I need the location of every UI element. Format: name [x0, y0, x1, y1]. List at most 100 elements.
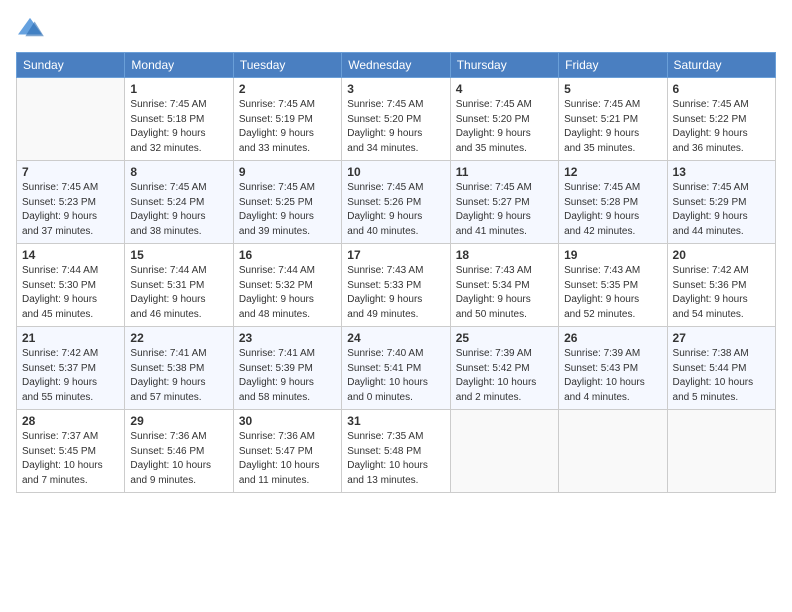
day-info: Sunrise: 7:40 AMSunset: 5:41 PMDaylight:…: [347, 347, 444, 405]
day-number: 21: [22, 331, 119, 345]
calendar-header-row: Sunday Monday Tuesday Wednesday Thursday…: [17, 53, 776, 78]
table-cell: 30Sunrise: 7:36 AMSunset: 5:47 PMDayligh…: [233, 410, 341, 493]
day-info: Sunrise: 7:45 AMSunset: 5:18 PMDaylight:…: [130, 98, 227, 156]
calendar-week-row: 1 Sunrise: 7:45 AMSunset: 5:18 PMDaylight…: [17, 78, 776, 161]
day-number: 30: [239, 414, 336, 428]
day-number: 26: [564, 331, 661, 345]
day-info: Sunrise: 7:39 AMSunset: 5:42 PMDaylight:…: [456, 347, 553, 405]
day-number: 15: [130, 248, 227, 262]
table-cell: 13 Sunrise: 7:45 AMSunset: 5:29 PMDayligh…: [667, 161, 775, 244]
day-number: 24: [347, 331, 444, 345]
day-number: 1: [130, 82, 227, 96]
day-number: 8: [130, 165, 227, 179]
calendar-week-row: 14 Sunrise: 7:44 AMSunset: 5:30 PMDayligh…: [17, 244, 776, 327]
table-cell: 18 Sunrise: 7:43 AMSunset: 5:34 PMDayligh…: [450, 244, 558, 327]
day-number: 4: [456, 82, 553, 96]
col-wednesday: Wednesday: [342, 53, 450, 78]
day-number: 27: [673, 331, 770, 345]
col-sunday: Sunday: [17, 53, 125, 78]
table-cell: 29 Sunrise: 7:36 AMSunset: 5:46 PMDayligh…: [125, 410, 233, 493]
table-cell: 28Sunrise: 7:37 AMSunset: 5:45 PMDayligh…: [17, 410, 125, 493]
table-cell: 21Sunrise: 7:42 AMSunset: 5:37 PMDayligh…: [17, 327, 125, 410]
day-number: 28: [22, 414, 119, 428]
calendar-week-row: 7 Sunrise: 7:45 AMSunset: 5:23 PMDaylight…: [17, 161, 776, 244]
table-cell: 5 Sunrise: 7:45 AMSunset: 5:21 PMDaylight…: [559, 78, 667, 161]
day-info: Sunrise: 7:43 AMSunset: 5:34 PMDaylight:…: [456, 264, 553, 322]
table-cell: 11 Sunrise: 7:45 AMSunset: 5:27 PMDayligh…: [450, 161, 558, 244]
day-number: 20: [673, 248, 770, 262]
col-tuesday: Tuesday: [233, 53, 341, 78]
day-info: Sunrise: 7:45 AMSunset: 5:25 PMDaylight:…: [239, 181, 336, 239]
day-info: Sunrise: 7:38 AMSunset: 5:44 PMDaylight:…: [673, 347, 770, 405]
day-info: Sunrise: 7:45 AMSunset: 5:24 PMDaylight:…: [130, 181, 227, 239]
table-cell: 15 Sunrise: 7:44 AMSunset: 5:31 PMDayligh…: [125, 244, 233, 327]
table-cell: 19 Sunrise: 7:43 AMSunset: 5:35 PMDayligh…: [559, 244, 667, 327]
table-cell: 20Sunrise: 7:42 AMSunset: 5:36 PMDayligh…: [667, 244, 775, 327]
table-cell: [559, 410, 667, 493]
day-number: 17: [347, 248, 444, 262]
table-cell: 8 Sunrise: 7:45 AMSunset: 5:24 PMDaylight…: [125, 161, 233, 244]
table-cell: 1 Sunrise: 7:45 AMSunset: 5:18 PMDaylight…: [125, 78, 233, 161]
day-info: Sunrise: 7:45 AMSunset: 5:22 PMDaylight:…: [673, 98, 770, 156]
table-cell: 31 Sunrise: 7:35 AMSunset: 5:48 PMDayligh…: [342, 410, 450, 493]
day-info: Sunrise: 7:45 AMSunset: 5:19 PMDaylight:…: [239, 98, 336, 156]
day-number: 5: [564, 82, 661, 96]
table-cell: 7 Sunrise: 7:45 AMSunset: 5:23 PMDaylight…: [17, 161, 125, 244]
day-number: 2: [239, 82, 336, 96]
col-monday: Monday: [125, 53, 233, 78]
day-info: Sunrise: 7:39 AMSunset: 5:43 PMDaylight:…: [564, 347, 661, 405]
day-info: Sunrise: 7:45 AMSunset: 5:21 PMDaylight:…: [564, 98, 661, 156]
table-cell: 2 Sunrise: 7:45 AMSunset: 5:19 PMDaylight…: [233, 78, 341, 161]
table-cell: 24 Sunrise: 7:40 AMSunset: 5:41 PMDayligh…: [342, 327, 450, 410]
day-info: Sunrise: 7:36 AMSunset: 5:46 PMDaylight:…: [130, 430, 227, 488]
day-info: Sunrise: 7:43 AMSunset: 5:35 PMDaylight:…: [564, 264, 661, 322]
day-number: 7: [22, 165, 119, 179]
table-cell: 27 Sunrise: 7:38 AMSunset: 5:44 PMDayligh…: [667, 327, 775, 410]
day-info: Sunrise: 7:45 AMSunset: 5:27 PMDaylight:…: [456, 181, 553, 239]
table-cell: [450, 410, 558, 493]
day-info: Sunrise: 7:45 AMSunset: 5:29 PMDaylight:…: [673, 181, 770, 239]
day-number: 14: [22, 248, 119, 262]
day-number: 19: [564, 248, 661, 262]
day-info: Sunrise: 7:45 AMSunset: 5:20 PMDaylight:…: [456, 98, 553, 156]
calendar-table: Sunday Monday Tuesday Wednesday Thursday…: [16, 52, 776, 493]
table-cell: 9Sunrise: 7:45 AMSunset: 5:25 PMDaylight…: [233, 161, 341, 244]
logo-icon: [16, 16, 44, 40]
day-info: Sunrise: 7:45 AMSunset: 5:20 PMDaylight:…: [347, 98, 444, 156]
table-cell: 25 Sunrise: 7:39 AMSunset: 5:42 PMDayligh…: [450, 327, 558, 410]
table-cell: 6 Sunrise: 7:45 AMSunset: 5:22 PMDaylight…: [667, 78, 775, 161]
col-saturday: Saturday: [667, 53, 775, 78]
calendar-week-row: 28Sunrise: 7:37 AMSunset: 5:45 PMDayligh…: [17, 410, 776, 493]
day-number: 31: [347, 414, 444, 428]
table-cell: 10Sunrise: 7:45 AMSunset: 5:26 PMDayligh…: [342, 161, 450, 244]
table-cell: 16 Sunrise: 7:44 AMSunset: 5:32 PMDayligh…: [233, 244, 341, 327]
col-thursday: Thursday: [450, 53, 558, 78]
day-info: Sunrise: 7:44 AMSunset: 5:30 PMDaylight:…: [22, 264, 119, 322]
calendar-week-row: 21Sunrise: 7:42 AMSunset: 5:37 PMDayligh…: [17, 327, 776, 410]
day-number: 6: [673, 82, 770, 96]
day-number: 12: [564, 165, 661, 179]
main-container: Sunday Monday Tuesday Wednesday Thursday…: [0, 0, 792, 501]
day-number: 25: [456, 331, 553, 345]
day-number: 22: [130, 331, 227, 345]
table-cell: 26 Sunrise: 7:39 AMSunset: 5:43 PMDayligh…: [559, 327, 667, 410]
day-number: 11: [456, 165, 553, 179]
day-number: 18: [456, 248, 553, 262]
table-cell: 22 Sunrise: 7:41 AMSunset: 5:38 PMDayligh…: [125, 327, 233, 410]
day-info: Sunrise: 7:44 AMSunset: 5:32 PMDaylight:…: [239, 264, 336, 322]
day-info: Sunrise: 7:44 AMSunset: 5:31 PMDaylight:…: [130, 264, 227, 322]
day-number: 13: [673, 165, 770, 179]
table-cell: 4 Sunrise: 7:45 AMSunset: 5:20 PMDaylight…: [450, 78, 558, 161]
day-number: 3: [347, 82, 444, 96]
table-cell: 14 Sunrise: 7:44 AMSunset: 5:30 PMDayligh…: [17, 244, 125, 327]
day-info: Sunrise: 7:45 AMSunset: 5:23 PMDaylight:…: [22, 181, 119, 239]
day-info: Sunrise: 7:35 AMSunset: 5:48 PMDaylight:…: [347, 430, 444, 488]
day-info: Sunrise: 7:41 AMSunset: 5:38 PMDaylight:…: [130, 347, 227, 405]
table-cell: [667, 410, 775, 493]
logo: [16, 16, 48, 40]
day-number: 29: [130, 414, 227, 428]
day-info: Sunrise: 7:45 AMSunset: 5:28 PMDaylight:…: [564, 181, 661, 239]
col-friday: Friday: [559, 53, 667, 78]
day-number: 16: [239, 248, 336, 262]
table-cell: 23Sunrise: 7:41 AMSunset: 5:39 PMDayligh…: [233, 327, 341, 410]
